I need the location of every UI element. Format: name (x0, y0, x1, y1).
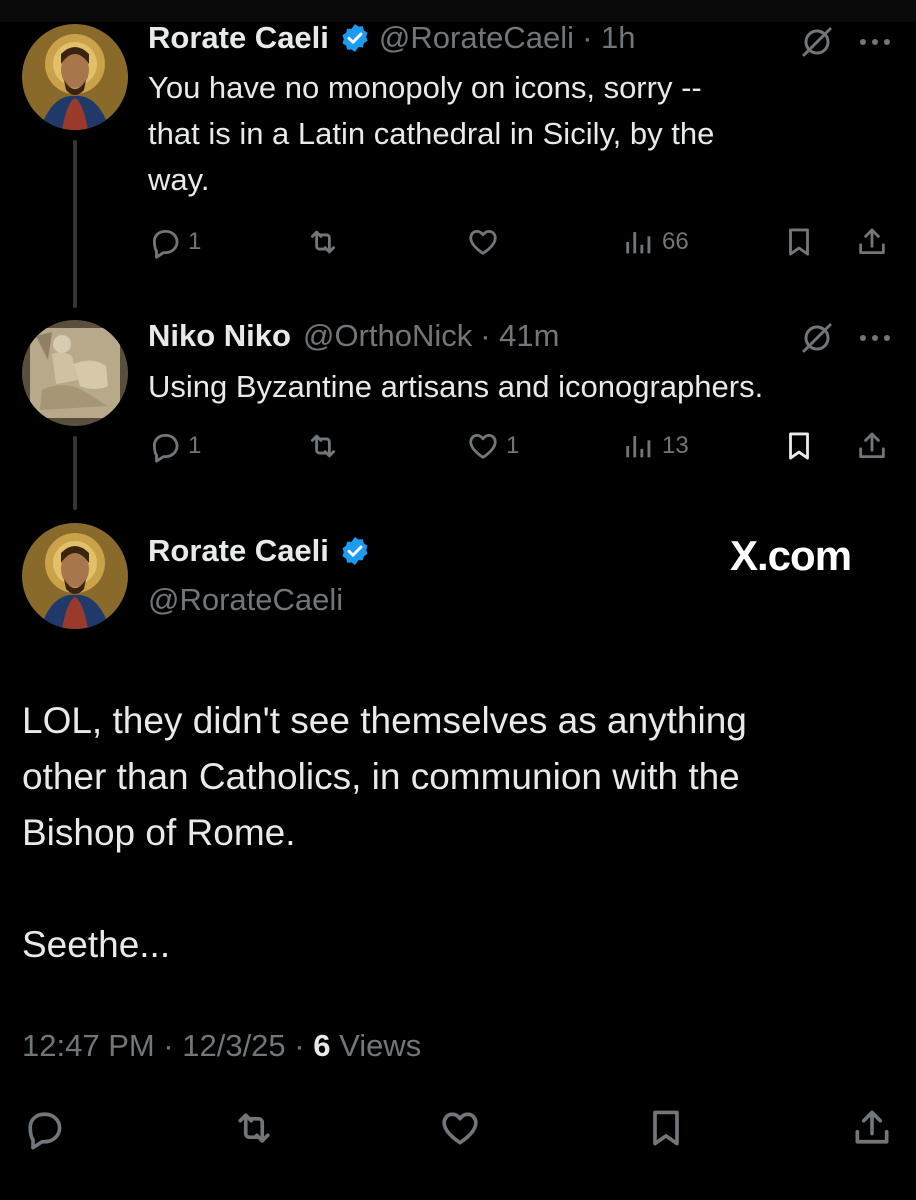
author-name[interactable]: Niko Niko (148, 318, 291, 354)
avatar-niko-niko[interactable] (22, 320, 128, 426)
main-text-line: other than Catholics, in communion with … (22, 756, 740, 797)
reply-count: 1 (188, 432, 202, 459)
share-button[interactable] (850, 1106, 894, 1150)
tweet-header: Rorate Caeli @RorateCaeli · 1h (148, 20, 636, 56)
bookmark-icon (653, 1110, 679, 1146)
views-count: 66 (662, 228, 689, 255)
thread-line (73, 436, 77, 510)
like-button[interactable] (466, 222, 500, 262)
share-button[interactable] (855, 426, 889, 466)
views-label[interactable]: Views (330, 1028, 421, 1063)
reply-button[interactable]: 1 (148, 426, 201, 466)
bookmark-button[interactable] (782, 426, 816, 466)
like-icon (469, 229, 497, 255)
repost-button[interactable] (306, 222, 340, 262)
share-icon (855, 1110, 889, 1144)
tweet-text: Using Byzantine artisans and iconographe… (148, 364, 888, 410)
main-text-line: Seethe... (22, 924, 171, 965)
top-strip (0, 0, 916, 22)
main-tweet-text: LOL, they didn't see themselves as anyth… (22, 693, 892, 973)
bookmark-button[interactable] (644, 1106, 688, 1150)
avatar-rorate-caeli[interactable] (22, 24, 128, 130)
tweet-text: You have no monopoly on icons, sorry -- … (148, 65, 888, 203)
reply-icon (28, 1112, 62, 1150)
like-icon (442, 1112, 478, 1145)
x-com-watermark: X.com (730, 532, 852, 579)
more-icon[interactable] (855, 318, 895, 358)
repost-button[interactable] (306, 426, 340, 466)
bookmark-icon (789, 432, 809, 460)
reply-button[interactable] (22, 1106, 66, 1150)
author-name[interactable]: Rorate Caeli (148, 20, 329, 56)
like-icon (469, 433, 497, 459)
grok-icon[interactable] (797, 22, 837, 62)
views-button[interactable]: 66 (622, 222, 689, 262)
post-time[interactable]: · 1h (582, 20, 635, 56)
tweet-text-line: that is in a Latin cathedral in Sicily, … (148, 116, 715, 151)
like-button[interactable] (438, 1106, 482, 1150)
main-text-line: Bishop of Rome. (22, 812, 296, 853)
bookmark-button[interactable] (782, 222, 816, 262)
author-handle[interactable]: @RorateCaeli (379, 20, 574, 56)
more-icon[interactable] (855, 22, 895, 62)
tweet-text-line: You have no monopoly on icons, sorry -- (148, 70, 702, 105)
verified-badge-icon (339, 22, 371, 54)
verified-badge-icon (339, 535, 371, 567)
reply-icon (152, 229, 179, 259)
reply-button[interactable]: 1 (148, 222, 201, 262)
tweet-header: Niko Niko @OrthoNick · 41m (148, 318, 560, 354)
tweet-text-line: Using Byzantine artisans and iconographe… (148, 369, 764, 404)
timestamp[interactable]: 12:47 PM · 12/3/25 · (22, 1028, 313, 1063)
post-time[interactable]: · 41m (480, 318, 559, 354)
views-icon (626, 232, 651, 254)
repost-button[interactable] (232, 1106, 276, 1150)
main-author-name-row[interactable]: Rorate Caeli (148, 533, 379, 569)
author-name[interactable]: Rorate Caeli (148, 533, 329, 569)
thread-line (73, 140, 77, 308)
reply-icon (152, 433, 179, 463)
like-count: 1 (506, 432, 520, 459)
reply-count: 1 (188, 228, 202, 255)
tweet-meta: 12:47 PM · 12/3/25 · 6 Views (22, 1028, 421, 1064)
author-handle[interactable]: @OrthoNick (303, 318, 472, 354)
main-text-line: LOL, they didn't see themselves as anyth… (22, 700, 747, 741)
bookmark-icon (789, 228, 809, 256)
grok-icon[interactable] (797, 318, 837, 358)
like-button[interactable]: 1 (466, 426, 519, 466)
views-icon (626, 436, 651, 458)
share-icon (859, 432, 885, 459)
views-button[interactable]: 13 (622, 426, 689, 466)
tweet-text-line: way. (148, 162, 210, 197)
share-icon (859, 228, 885, 255)
repost-icon (310, 434, 336, 458)
repost-icon (238, 1113, 270, 1143)
author-handle[interactable]: @RorateCaeli (148, 582, 343, 618)
repost-icon (310, 230, 336, 254)
views-count: 13 (662, 432, 689, 459)
views-count: 6 (313, 1028, 331, 1063)
share-button[interactable] (855, 222, 889, 262)
avatar-rorate-caeli[interactable] (22, 523, 128, 629)
